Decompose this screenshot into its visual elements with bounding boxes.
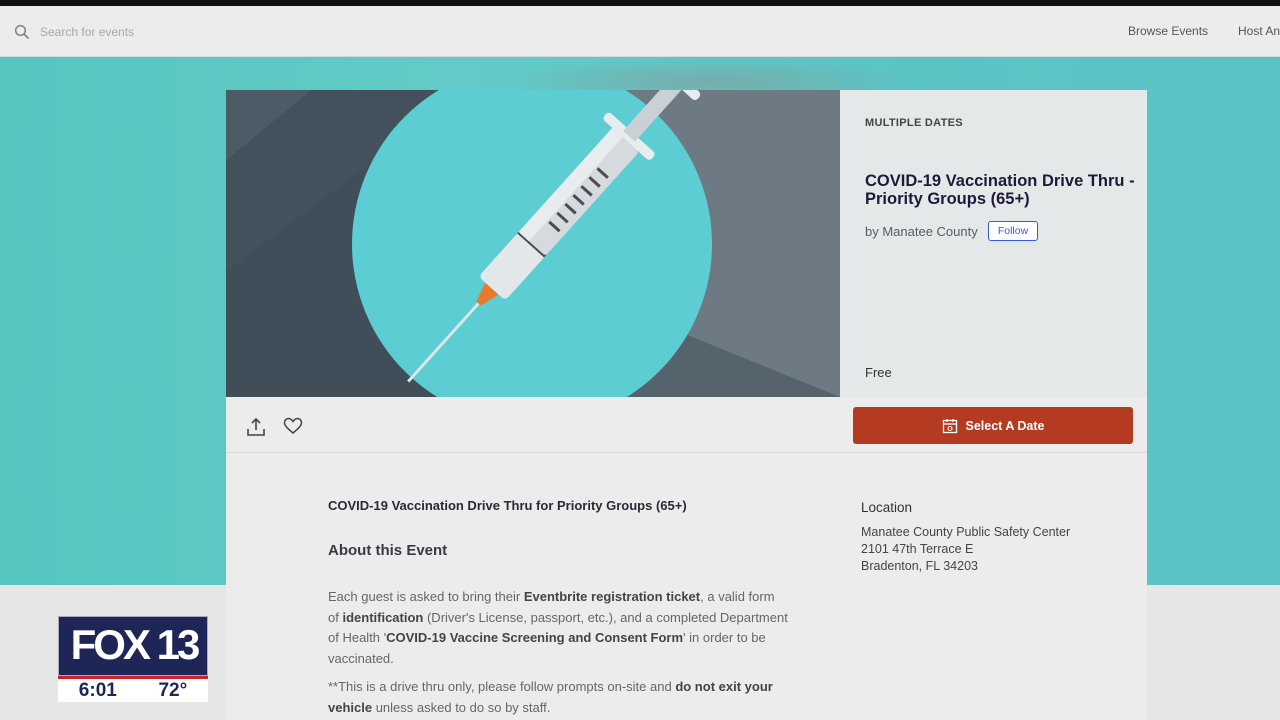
event-hero-image bbox=[226, 90, 840, 397]
description-subtitle: COVID-19 Vaccination Drive Thru for Prio… bbox=[328, 498, 687, 513]
event-title: COVID-19 Vaccination Drive Thru - Priori… bbox=[865, 172, 1135, 208]
location-street: 2101 47th Terrace E bbox=[861, 542, 974, 556]
description-paragraph-1: Each guest is asked to bring their Event… bbox=[328, 587, 788, 669]
overlay-time: 6:01 bbox=[78, 679, 117, 701]
fox13-overlay: FOX 13 6:01 72° bbox=[58, 616, 210, 702]
heart-icon[interactable] bbox=[283, 417, 303, 435]
search-input[interactable] bbox=[40, 25, 240, 39]
paragraph-1-run: Eventbrite registration ticket bbox=[523, 589, 701, 604]
site-header: Browse Events Host An bbox=[0, 6, 1280, 57]
follow-button[interactable]: Follow bbox=[988, 221, 1038, 241]
share-icon[interactable] bbox=[246, 417, 266, 437]
event-info-panel: MULTIPLE DATES COVID-19 Vaccination Driv… bbox=[840, 90, 1147, 397]
location-city: Bradenton, FL 34203 bbox=[861, 559, 978, 573]
select-date-button[interactable]: Select A Date bbox=[853, 407, 1133, 444]
event-price: Free bbox=[865, 365, 892, 380]
overlay-temperature: 72° bbox=[158, 679, 188, 701]
location-heading: Location bbox=[861, 500, 913, 515]
paragraph-2-run: unless asked to do so by staff. bbox=[372, 699, 551, 715]
location-venue: Manatee County Public Safety Center bbox=[861, 525, 1071, 539]
syringe-illustration bbox=[226, 90, 840, 397]
paragraph-1-run: identification bbox=[342, 609, 424, 625]
fox13-ticker: 6:01 72° bbox=[58, 679, 208, 702]
location-section: Location Manatee County Public Safety Ce… bbox=[861, 500, 1070, 575]
select-date-label: Select A Date bbox=[965, 418, 1045, 433]
organizer-name[interactable]: by Manatee County bbox=[865, 224, 978, 239]
calendar-icon bbox=[942, 418, 957, 433]
event-description: COVID-19 Vaccination Drive Thru for Prio… bbox=[328, 498, 788, 718]
nav-host-event[interactable]: Host An bbox=[1238, 24, 1280, 38]
event-card: MULTIPLE DATES COVID-19 Vaccination Driv… bbox=[226, 90, 1147, 720]
about-heading: About this Event bbox=[328, 542, 448, 559]
fox13-logo: FOX 13 bbox=[58, 616, 208, 676]
action-bar: Select A Date bbox=[226, 397, 1147, 453]
event-dates-label: MULTIPLE DATES bbox=[865, 117, 963, 129]
nav-browse-events[interactable]: Browse Events bbox=[1128, 24, 1208, 38]
paragraph-1-run: COVID-19 Vaccine Screening and Consent F… bbox=[386, 630, 684, 645]
paragraph-1-run: Each guest is asked to bring their bbox=[328, 589, 524, 604]
paragraph-2-run: **This is a drive thru only, please foll… bbox=[328, 679, 676, 694]
search-bar[interactable] bbox=[14, 24, 240, 40]
fox13-logo-text: FOX 13 bbox=[70, 621, 201, 668]
description-paragraph-2: **This is a drive thru only, please foll… bbox=[328, 677, 788, 718]
search-icon bbox=[14, 24, 30, 40]
